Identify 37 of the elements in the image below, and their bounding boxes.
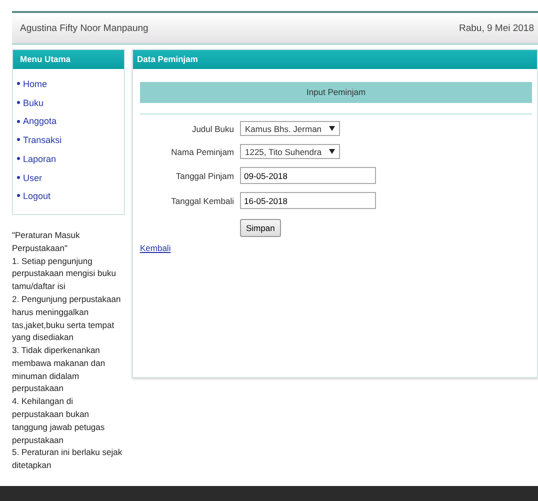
input-field[interactable]: 16-05-2018 <box>240 192 376 209</box>
field-label: Tanggal Pinjam <box>174 170 234 180</box>
menu-link[interactable]: Transaksi <box>16 131 62 150</box>
rule-text: 2. Pengunjung perpustakaan harus meninggalkan tas,jaket,buku serta tempat yang disediakan <box>12 292 122 344</box>
rule-text: 3. Tidak diperkenankan membawa makanan dan minuman didalam perpustakaan <box>12 344 106 396</box>
bullet-icon <box>17 138 20 142</box>
select-field[interactable]: 1225, Tito Suhendra <box>240 144 340 159</box>
field-label: Nama Peminjam <box>170 146 234 156</box>
back-link[interactable]: Kembali <box>140 243 171 253</box>
menu-link[interactable]: Laporan <box>16 150 56 169</box>
bullet-icon <box>17 82 20 86</box>
menu-link[interactable]: Buku <box>16 94 44 112</box>
bullet-icon <box>17 100 20 104</box>
bullet-icon <box>17 120 20 123</box>
dropdown-arrow-icon <box>329 126 335 131</box>
rule-text: 4. Kehilangan di perpustakaan bukan tanggung jawab petugas perpustakaan <box>12 395 106 446</box>
bullet-icon <box>17 156 20 160</box>
dropdown-arrow-icon <box>329 149 335 154</box>
input-field[interactable]: 09-05-2018 <box>240 167 376 184</box>
form-title: Input Peminjam <box>140 82 532 103</box>
bullet-icon <box>17 194 20 198</box>
field-label: Judul Buku <box>190 124 234 134</box>
rule-text: 1. Setiap pengunjung perpustakaan mengisi buku tamu/daftar isi <box>12 254 117 293</box>
select-field[interactable]: Kamus Bhs. Jerman <box>240 121 340 136</box>
date-text: Rabu, 9 Mei 2018 <box>459 22 534 34</box>
main-title: Data Peminjam <box>133 50 537 69</box>
bullet-icon <box>17 176 20 179</box>
user-name: Agustina Fifty Noor Manpaung <box>20 22 148 34</box>
menu-link[interactable]: Anggota <box>16 112 57 132</box>
rule-text: 5. Peraturan ini berlaku sejak ditetapkan <box>12 446 124 472</box>
save-button[interactable]: Simpan <box>240 219 281 237</box>
menu-link[interactable]: Home <box>16 75 48 94</box>
menu-link[interactable]: Logout <box>16 187 51 206</box>
menu-title: Menu Utama <box>13 50 124 69</box>
menu-link[interactable]: User <box>16 168 42 188</box>
rules-title: "Peraturan Masuk Perpustakaan" <box>12 228 81 255</box>
field-label: Tanggal Kembali <box>170 196 234 206</box>
